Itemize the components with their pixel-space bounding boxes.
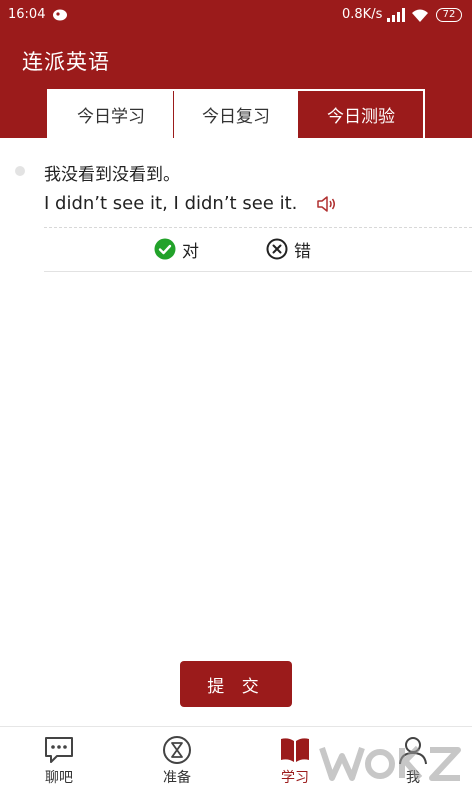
app-header: 16:04 0.8K/s 72 连派英语 今日学习 今日复习 今日测验: [0, 0, 472, 138]
divider: [44, 227, 472, 228]
status-bar: 16:04 0.8K/s 72: [0, 0, 472, 30]
status-time: 16:04: [8, 7, 46, 22]
signal-icon: [387, 8, 405, 22]
wifi-icon: [412, 9, 428, 22]
tab-today-study[interactable]: 今日学习: [49, 91, 174, 138]
check-circle-icon: [154, 238, 176, 260]
tab-today-quiz[interactable]: 今日测验: [299, 91, 423, 138]
network-speed: 0.8K/s: [342, 7, 383, 22]
book-icon: [281, 738, 309, 762]
divider: [44, 271, 472, 272]
app-title: 连派英语: [22, 50, 110, 74]
nav-label: 学习: [281, 770, 309, 786]
tab-today-review[interactable]: 今日复习: [174, 91, 299, 138]
chat-icon: [45, 737, 73, 763]
watermark-logo: [319, 745, 461, 781]
tab-bar: 今日学习 今日复习 今日测验: [47, 89, 425, 138]
nav-item-chat[interactable]: 聊吧: [0, 727, 118, 793]
submit-button[interactable]: 提 交: [180, 661, 292, 707]
answer-wrong-label: 错: [294, 241, 311, 262]
hourglass-icon: [163, 736, 191, 764]
speaker-icon[interactable]: [316, 196, 336, 212]
answer-correct-option[interactable]: 对: [154, 236, 199, 262]
question-bullet: [15, 166, 25, 176]
x-circle-icon: [266, 238, 288, 260]
nav-item-prepare[interactable]: 准备: [118, 727, 236, 793]
nav-label: 聊吧: [45, 770, 73, 786]
nav-label: 准备: [163, 770, 191, 786]
notification-icon: [53, 9, 67, 21]
question-english: I didn’t see it, I didn’t see it.: [44, 193, 298, 214]
answer-wrong-option[interactable]: 错: [266, 236, 311, 262]
battery-icon: 72: [436, 8, 462, 22]
question-chinese: 我没看到没看到。: [44, 165, 180, 185]
answer-correct-label: 对: [182, 241, 199, 262]
